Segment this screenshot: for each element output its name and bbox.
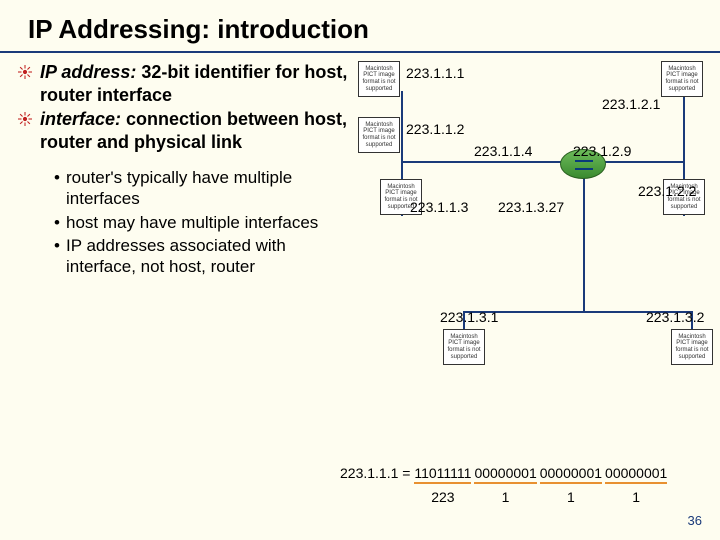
sub-bullet-list: •router's typically have multiple interf… [18,155,348,277]
host-icon: Macintosh PICT image format is not suppo… [671,329,713,365]
ip-label: 223.1.3.27 [498,199,564,215]
network-link [583,176,585,311]
host-icon: Macintosh PICT image format is not suppo… [358,61,400,97]
network-diagram: Macintosh PICT image format is not suppo… [348,61,708,441]
ip-label: 223.1.3.2 [646,309,704,325]
ip-label: 223.1.2.2 [638,183,696,199]
binary-octet: 000000011 [605,465,667,484]
sub-bullet: •router's typically have multiple interf… [54,167,348,210]
network-link [401,161,571,163]
network-link [594,161,684,163]
host-icon: Macintosh PICT image format is not suppo… [443,329,485,365]
host-icon: Macintosh PICT image format is not suppo… [358,117,400,153]
content-area: IP address: 32-bit identifier for host, … [0,53,720,441]
ip-label: 223.1.2.1 [602,96,660,112]
binary-octet: 11011111223 [414,465,471,484]
ip-label: 223.1.3.1 [440,309,498,325]
ip-label: 223.1.2.9 [573,143,631,159]
bullet-2: interface: connection between host, rout… [18,108,348,153]
slide-title: IP Addressing: introduction [0,0,720,53]
sunburst-icon [18,112,32,126]
binary-octet: 000000011 [474,465,536,484]
ip-label: 223.1.1.1 [406,65,464,81]
sunburst-icon [18,65,32,79]
bullet-1-text: IP address: 32-bit identifier for host, … [40,61,348,106]
host-icon: Macintosh PICT image format is not suppo… [661,61,703,97]
ip-label: 223.1.1.2 [406,121,464,137]
binary-prefix: 223.1.1.1 = [340,465,414,481]
sub-bullet: •IP addresses associated with interface,… [54,235,348,278]
binary-octet: 000000011 [540,465,602,484]
sub-bullet: •host may have multiple interfaces [54,212,348,233]
binary-breakdown: 223.1.1.1 = 1101111122300000001100000001… [340,465,670,484]
ip-label: 223.1.1.3 [410,199,468,215]
ip-label: 223.1.1.4 [474,143,532,159]
bullet-2-text: interface: connection between host, rout… [40,108,348,153]
left-column: IP address: 32-bit identifier for host, … [18,61,348,441]
bullet-1: IP address: 32-bit identifier for host, … [18,61,348,106]
page-number: 36 [688,513,702,528]
